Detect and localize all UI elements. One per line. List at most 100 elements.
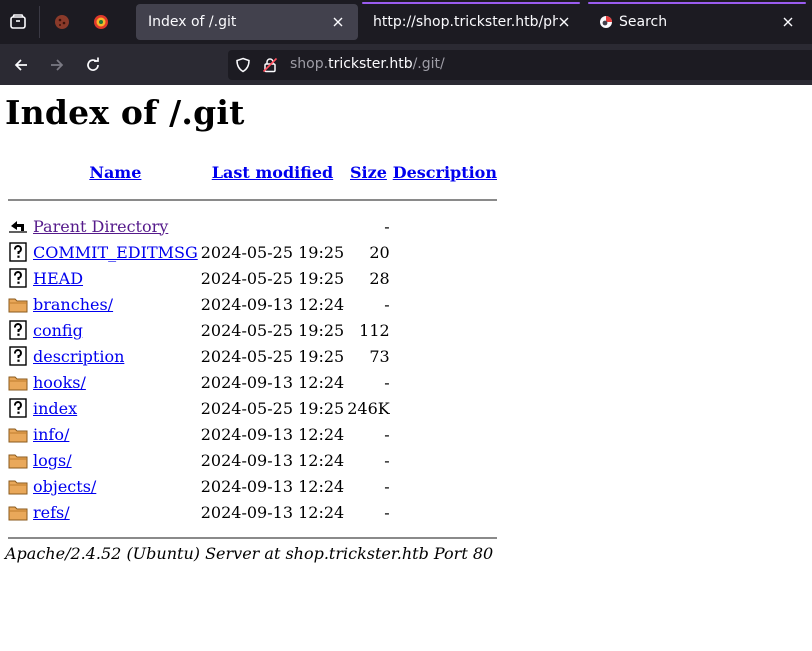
date-cell: 2024-09-13 12:24: [200, 450, 345, 470]
url-host: trickster.htb: [328, 56, 413, 72]
icon-cell: [8, 395, 30, 421]
sort-by-description-link[interactable]: Description: [393, 163, 497, 182]
file-link[interactable]: objects/: [33, 477, 96, 496]
date-cell: 2024-05-25 19:25: [200, 398, 345, 418]
name-cell: hooks/: [33, 369, 198, 395]
description-header: Description: [393, 157, 497, 187]
tracking-protection-button[interactable]: [234, 56, 252, 74]
file-link[interactable]: description: [33, 347, 124, 366]
tab-title: Search: [619, 14, 668, 30]
tab-close-button[interactable]: [554, 12, 574, 32]
size-cell: -: [384, 216, 390, 236]
file-link[interactable]: index: [33, 399, 77, 418]
icon-cell: [8, 421, 30, 447]
file-link[interactable]: COMMIT_EDITMSG: [33, 243, 198, 262]
description-cell: [393, 447, 497, 473]
pinned-tab-1[interactable]: [50, 10, 74, 34]
icon-cell: [8, 473, 30, 499]
unknown-file-icon: [9, 242, 27, 262]
name-cell: HEAD: [33, 265, 198, 291]
description-cell: [393, 395, 497, 421]
firefox-view-icon: [10, 14, 26, 29]
firefox-view-button[interactable]: [2, 6, 34, 38]
icon-cell: [8, 499, 30, 525]
server-signature: Apache/2.4.52 (Ubuntu) Server at shop.tr…: [5, 544, 494, 563]
file-link[interactable]: info/: [33, 425, 69, 444]
pinned-tab-2[interactable]: [89, 10, 113, 34]
reload-button[interactable]: [77, 49, 109, 81]
unknown-file-icon: [9, 268, 27, 288]
tab-close-button[interactable]: [778, 12, 798, 32]
url-bar[interactable]: shop.trickster.htb/.git/: [228, 50, 812, 80]
page-content: Index of /.git Name Last modified Size D…: [0, 85, 812, 651]
size-header: Size: [347, 157, 390, 187]
parent-directory-link[interactable]: Parent Directory: [33, 217, 168, 236]
icon-cell: [8, 213, 30, 239]
sort-by-name-link[interactable]: Name: [89, 163, 141, 182]
date-cell: 2024-09-13 12:24: [200, 476, 345, 496]
date-cell: 2024-09-13 12:24: [200, 502, 345, 522]
icon-cell: [8, 369, 30, 395]
description-cell: [393, 291, 497, 317]
size-cell: 246K: [347, 398, 390, 418]
forward-button[interactable]: [41, 49, 73, 81]
description-cell: [393, 343, 497, 369]
back-icon: [9, 221, 27, 233]
file-link[interactable]: branches/: [33, 295, 113, 314]
name-cell: index: [33, 395, 198, 421]
file-link[interactable]: refs/: [33, 503, 70, 522]
size-cell: 73: [369, 346, 390, 366]
folder-icon: [8, 298, 28, 313]
file-link[interactable]: logs/: [33, 451, 72, 470]
file-row: objects/2024-09-13 12:24 -: [8, 473, 497, 499]
container-indicator: [588, 2, 806, 4]
insecure-lock-icon: [262, 57, 278, 73]
name-cell: Parent Directory: [33, 213, 198, 239]
container-indicator: [362, 2, 580, 4]
unknown-file-icon: [9, 346, 27, 366]
description-cell: [393, 213, 497, 239]
name-cell: logs/: [33, 447, 198, 473]
tab-shop-php[interactable]: http://shop.trickster.htb/php: [362, 2, 580, 40]
tab-close-button[interactable]: [328, 12, 348, 32]
file-link[interactable]: HEAD: [33, 269, 83, 288]
connection-security-button[interactable]: [261, 56, 279, 74]
file-row: config 2024-05-25 19:25 112: [8, 317, 497, 343]
tab-search[interactable]: Search: [588, 2, 806, 40]
sort-by-last-modified-link[interactable]: Last modified: [212, 163, 333, 182]
shield-icon: [236, 57, 250, 73]
file-row: info/2024-09-13 12:24 -: [8, 421, 497, 447]
file-link[interactable]: hooks/: [33, 373, 86, 392]
file-link[interactable]: config: [33, 321, 83, 340]
icon-cell: [8, 447, 30, 473]
back-button[interactable]: [5, 49, 37, 81]
divider: [8, 537, 497, 539]
divider-row: [8, 187, 497, 213]
back-arrow-icon: [14, 59, 27, 71]
last-modified-header: Last modified: [201, 157, 344, 187]
size-cell: -: [384, 424, 390, 444]
size-cell: -: [384, 294, 390, 314]
close-icon: [783, 17, 793, 27]
name-cell: branches/: [33, 291, 198, 317]
size-cell: 28: [369, 268, 390, 288]
unknown-file-icon: [9, 320, 27, 340]
name-header: Name: [33, 157, 198, 187]
size-cell: -: [384, 372, 390, 392]
name-cell: info/: [33, 421, 198, 447]
tab-title: http://shop.trickster.htb/php: [373, 14, 558, 30]
url-path: /.git/: [412, 56, 445, 72]
date-cell: 2024-09-13 12:24: [200, 294, 345, 314]
sort-by-size-link[interactable]: Size: [350, 163, 387, 182]
size-cell: 112: [359, 320, 390, 340]
firefox-search-icon: [600, 16, 612, 28]
tab-index-git[interactable]: Index of /.git: [136, 4, 358, 40]
divider: [8, 199, 497, 201]
name-cell: refs/: [33, 499, 198, 525]
url-text[interactable]: shop.trickster.htb/.git/: [290, 56, 445, 72]
name-cell: description: [33, 343, 198, 369]
folder-icon: [8, 454, 28, 469]
icon-cell: [8, 343, 30, 369]
file-row: index 2024-05-25 19:25 246K: [8, 395, 497, 421]
close-icon: [559, 17, 569, 27]
